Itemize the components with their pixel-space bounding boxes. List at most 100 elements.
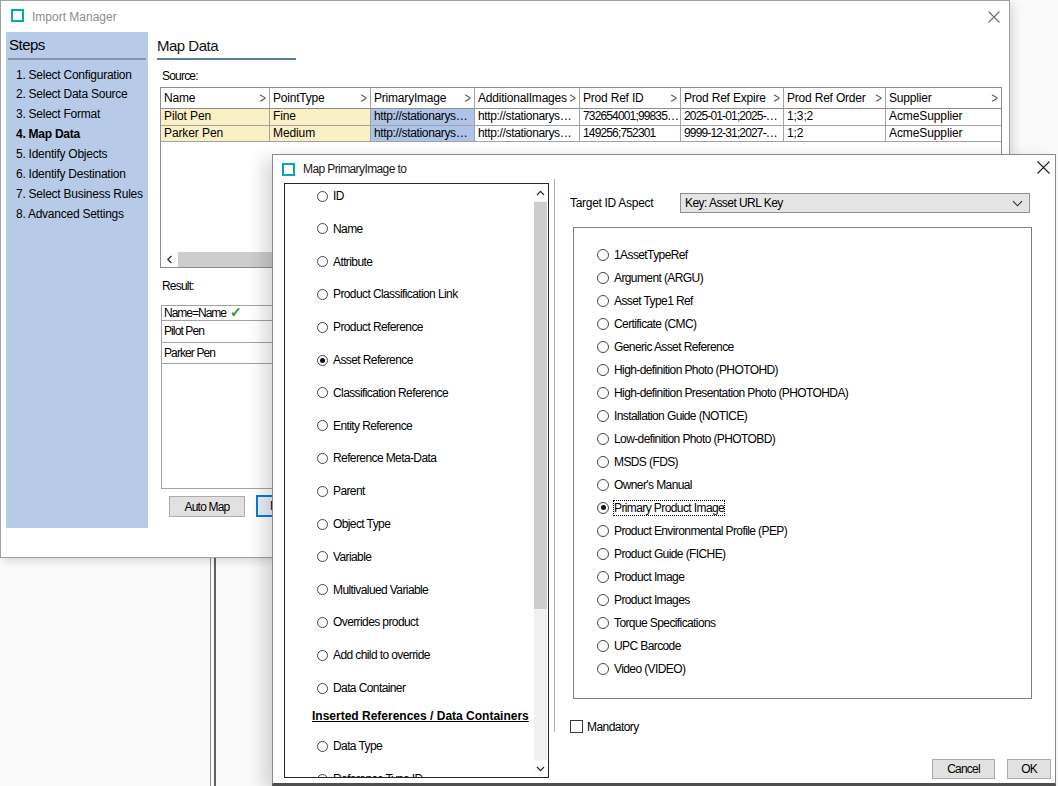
aspect-option[interactable]: Video (VIDEO) [597, 661, 685, 677]
radio-button[interactable] [317, 486, 328, 497]
radio-button[interactable] [317, 322, 328, 333]
radio-button[interactable] [317, 650, 328, 661]
radio-button[interactable] [597, 272, 609, 284]
source-grid-row[interactable]: Parker PenMediumhttp://stationarys…http:… [161, 126, 1001, 143]
aspect-option[interactable]: Generic Asset Reference [597, 339, 734, 355]
radio-button[interactable] [597, 663, 609, 675]
radio-button[interactable] [317, 519, 328, 530]
mapping-option[interactable]: Name [285, 221, 363, 237]
sidebar-step-3[interactable]: 3. Select Format [16, 105, 146, 125]
radio-button[interactable] [597, 295, 609, 307]
aspect-option[interactable]: Product Image [597, 569, 684, 585]
sort-indicator-icon[interactable]: > [361, 91, 367, 106]
radio-button[interactable] [317, 453, 328, 464]
aspect-option[interactable]: Primary Product Image [597, 500, 724, 516]
source-grid-cell[interactable]: 149256;752301 [580, 126, 681, 143]
sort-indicator-icon[interactable]: > [774, 91, 780, 106]
radio-button[interactable] [317, 774, 328, 779]
source-grid-cell[interactable]: Fine [270, 109, 371, 126]
mapping-option[interactable]: Asset Reference [285, 352, 413, 368]
sort-indicator-icon[interactable]: > [465, 91, 471, 106]
radio-button[interactable] [597, 433, 609, 445]
mapping-option[interactable]: Reference Meta-Data [285, 450, 436, 466]
sidebar-step-6[interactable]: 6. Identify Destination [16, 165, 146, 185]
radio-button[interactable] [317, 191, 328, 202]
ok-button[interactable]: OK [1007, 759, 1051, 779]
radio-button[interactable] [317, 617, 328, 628]
mapping-option[interactable]: Add child to override [285, 647, 430, 663]
radio-button[interactable] [317, 741, 328, 752]
radio-button[interactable] [597, 640, 609, 652]
column-header-prod-ref-expire[interactable]: Prod Ref Expire> [681, 88, 784, 109]
radio-button[interactable] [597, 594, 609, 606]
mapping-option[interactable]: Parent [285, 483, 365, 499]
radio-button[interactable] [597, 318, 609, 330]
mapping-option[interactable]: ID [285, 188, 344, 204]
radio-button[interactable] [317, 420, 328, 431]
radio-button[interactable] [597, 410, 609, 422]
aspect-option[interactable]: High-definition Photo (PHOTOHD) [597, 362, 778, 378]
column-header-prod-ref-id[interactable]: Prod Ref ID> [580, 88, 681, 109]
mapping-option[interactable]: Attribute [285, 254, 372, 270]
sort-indicator-icon[interactable]: > [260, 91, 266, 106]
radio-button[interactable] [597, 364, 609, 376]
aspect-option[interactable]: Owner's Manual [597, 477, 692, 493]
column-header-primaryimage[interactable]: PrimaryImage> [371, 88, 475, 109]
radio-button[interactable] [597, 387, 609, 399]
radio-button[interactable] [317, 355, 328, 366]
source-grid-cell[interactable]: 1;2 [784, 126, 886, 143]
sidebar-step-8[interactable]: 8. Advanced Settings [16, 205, 146, 225]
close-icon[interactable] [1035, 159, 1052, 176]
column-header-additionalimages[interactable]: AdditionalImages> [475, 88, 580, 109]
sort-indicator-icon[interactable]: > [570, 91, 576, 106]
source-grid-cell[interactable]: 1;3;2 [784, 109, 886, 126]
auto-map-button[interactable]: Auto Map [169, 496, 245, 517]
aspect-option[interactable]: Installation Guide (NOTICE) [597, 408, 747, 424]
aspect-option[interactable]: Asset Type1 Ref [597, 293, 693, 309]
column-header-supplier[interactable]: Supplier> [886, 88, 1001, 109]
mapping-option[interactable]: Multivalued Variable [285, 582, 428, 598]
aspect-option[interactable]: Product Images [597, 592, 690, 608]
scroll-down-button[interactable] [534, 760, 547, 777]
source-grid-cell[interactable]: 2025-01-01;2025-… [681, 109, 784, 126]
mapping-option[interactable]: Entity Reference [285, 418, 412, 434]
source-grid-cell[interactable]: Pilot Pen [161, 109, 270, 126]
radio-button[interactable] [317, 223, 328, 234]
sidebar-step-4[interactable]: 4. Map Data [16, 125, 146, 145]
radio-button[interactable] [597, 525, 609, 537]
aspect-option[interactable]: Certificate (CMC) [597, 316, 696, 332]
mapping-option[interactable]: Overrides product [285, 614, 418, 630]
column-header-name[interactable]: Name> [161, 88, 270, 109]
radio-button[interactable] [597, 617, 609, 629]
aspect-option[interactable]: High-definition Presentation Photo (PHOT… [597, 385, 848, 401]
sidebar-step-1[interactable]: 1. Select Configuration [16, 66, 146, 86]
mapping-option[interactable]: Object Type [285, 516, 390, 532]
mapping-option[interactable]: Classification Reference [285, 385, 448, 401]
mandatory-checkbox[interactable] [570, 720, 583, 733]
aspect-option[interactable]: Torque Specifications [597, 615, 715, 631]
mapping-option[interactable]: Product Classification Link [285, 286, 458, 302]
radio-button[interactable] [317, 256, 328, 267]
sort-indicator-icon[interactable]: > [992, 91, 998, 106]
source-grid-cell[interactable]: 732654001;99835… [580, 109, 681, 126]
cancel-button[interactable]: Cancel [932, 759, 995, 779]
mapping-option[interactable]: Product Reference [285, 319, 423, 335]
vertical-scrollbar[interactable] [534, 184, 547, 777]
column-header-prod-ref-order[interactable]: Prod Ref Order> [784, 88, 886, 109]
scroll-up-button[interactable] [534, 184, 547, 201]
source-grid-cell[interactable]: http://stationarys… [475, 109, 580, 126]
column-header-pointtype[interactable]: PointType> [270, 88, 371, 109]
mapping-option[interactable]: Reference Type ID [285, 771, 423, 778]
aspect-option[interactable]: 1AssetTypeRef [597, 247, 688, 263]
radio-button[interactable] [597, 341, 609, 353]
scrollbar-thumb[interactable] [534, 202, 547, 609]
sidebar-step-7[interactable]: 7. Select Business Rules [16, 185, 146, 205]
radio-button[interactable] [317, 387, 328, 398]
radio-button[interactable] [597, 571, 609, 583]
source-grid-cell[interactable]: http://stationarys… [475, 126, 580, 143]
source-grid-cell[interactable]: http://stationarys… [371, 109, 475, 126]
close-icon[interactable] [986, 9, 1002, 25]
source-grid-cell[interactable]: http://stationarys… [371, 126, 475, 143]
aspect-option[interactable]: MSDS (FDS) [597, 454, 678, 470]
mapping-option[interactable]: Data Type [285, 738, 382, 754]
